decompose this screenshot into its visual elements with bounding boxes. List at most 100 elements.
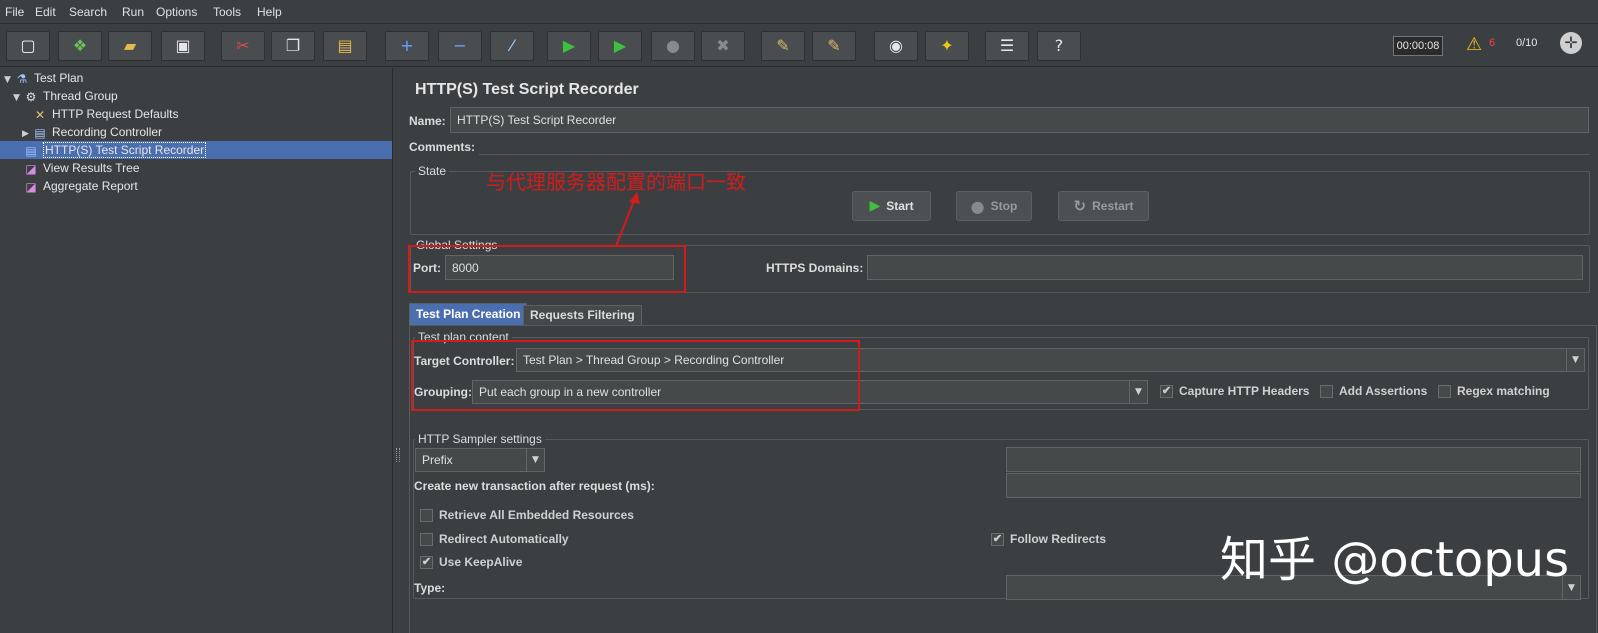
redirect-auto-checkbox[interactable]: Redirect Automatically bbox=[420, 532, 569, 546]
collapse-button[interactable]: − bbox=[438, 31, 482, 61]
menu-options[interactable]: Options bbox=[156, 4, 197, 20]
checked-icon: ✔ bbox=[420, 555, 433, 569]
stop-label: Stop bbox=[990, 199, 1018, 213]
tree-item[interactable]: ▼ ⚗ Test Plan bbox=[0, 69, 392, 87]
tree-item-label: Aggregate Report bbox=[43, 179, 138, 193]
warning-count: 6 bbox=[1489, 37, 1496, 49]
new-button[interactable]: ▢ bbox=[6, 31, 50, 61]
add-assertions-checkbox[interactable]: Add Assertions bbox=[1320, 384, 1427, 398]
tree-item-label: HTTP(S) Test Script Recorder bbox=[43, 142, 207, 158]
save-button[interactable]: ▣ bbox=[161, 31, 205, 61]
unchecked-icon bbox=[1320, 384, 1333, 398]
start-icon: ▶ bbox=[869, 198, 881, 214]
menu-tools[interactable]: Tools bbox=[213, 4, 241, 20]
comments-input[interactable] bbox=[479, 139, 1589, 155]
chevron-down-icon[interactable]: ▼ bbox=[526, 449, 544, 471]
prefix-select[interactable]: Prefix ▼ bbox=[415, 448, 545, 472]
templates-button[interactable]: ❖ bbox=[58, 31, 102, 61]
keepalive-checkbox[interactable]: ✔ Use KeepAlive bbox=[420, 555, 522, 569]
unchecked-icon bbox=[1438, 384, 1451, 398]
chart-icon: ◪ bbox=[25, 179, 37, 194]
expand-button[interactable]: + bbox=[385, 31, 429, 61]
prefix-input[interactable] bbox=[1006, 447, 1581, 472]
unchecked-icon bbox=[420, 532, 433, 546]
templates-icon: ❖ bbox=[72, 36, 88, 55]
tree-item-label: Thread Group bbox=[43, 89, 118, 103]
comments-label: Comments: bbox=[409, 140, 476, 154]
function-helper-icon: ☰ bbox=[999, 36, 1015, 55]
tree-item[interactable]: ◪ View Results Tree bbox=[0, 159, 392, 177]
toggle-icon: ⁄ bbox=[510, 36, 514, 55]
start-label: Start bbox=[886, 199, 914, 213]
follow-redirects-checkbox[interactable]: ✔ Follow Redirects bbox=[991, 532, 1106, 546]
toolbar: ▢ ❖ ▰ ▣ ✂ ❐ ▤ + − ⁄ ▶ ▶ ● ✖ ✎ ✎ ◉ ✦ ☰? 00:00:08 ⚠ 6 0/10 ✛ bbox=[0, 25, 1598, 67]
tree-item[interactable]: ◪ Aggregate Report bbox=[0, 177, 392, 195]
retrieve-embedded-checkbox[interactable]: Retrieve All Embedded Resources bbox=[420, 508, 634, 522]
tree-item[interactable]: ▤ HTTP(S) Test Script Recorder bbox=[0, 141, 392, 159]
collapse-icon: − bbox=[453, 36, 467, 55]
name-label: Name: bbox=[409, 114, 446, 128]
port-highlight-box bbox=[408, 245, 686, 293]
thread-count: 0/10 bbox=[1516, 37, 1538, 49]
clear-button[interactable]: ✎ bbox=[761, 31, 805, 61]
stop-button[interactable]: ● bbox=[651, 31, 695, 61]
reset-search-button[interactable]: ✦ bbox=[925, 31, 969, 61]
target-highlight-box bbox=[411, 340, 860, 411]
tree-item[interactable]: ▶ ▤ Recording Controller bbox=[0, 123, 392, 141]
keepalive-label: Use KeepAlive bbox=[439, 555, 523, 569]
cut-icon: ✂ bbox=[236, 36, 250, 55]
shutdown-button[interactable]: ✖ bbox=[701, 31, 745, 61]
remote-status-icon: ✛ bbox=[1560, 32, 1582, 54]
splitter-handle[interactable] bbox=[394, 68, 402, 633]
regex-matching-checkbox[interactable]: Regex matching bbox=[1438, 384, 1550, 398]
tree-item[interactable]: ▼ ⚙ Thread Group bbox=[0, 87, 392, 105]
tree-item[interactable]: ✕ HTTP Request Defaults bbox=[0, 105, 392, 123]
menu-search[interactable]: Search bbox=[69, 4, 107, 20]
paste-icon: ▤ bbox=[337, 36, 353, 55]
name-input[interactable]: HTTP(S) Test Script Recorder bbox=[450, 107, 1589, 133]
tab-requests-filtering[interactable]: Requests Filtering bbox=[523, 305, 642, 325]
menu-file[interactable]: File bbox=[5, 4, 24, 20]
capture-headers-checkbox[interactable]: ✔ Capture HTTP Headers bbox=[1160, 384, 1309, 398]
copy-icon: ❐ bbox=[285, 36, 301, 55]
chevron-down-icon[interactable]: ▼ bbox=[1129, 381, 1147, 403]
https-domains-input[interactable] bbox=[867, 255, 1583, 280]
cut-button[interactable]: ✂ bbox=[221, 31, 265, 61]
copy-button[interactable]: ❐ bbox=[271, 31, 315, 61]
start-icon: ▶ bbox=[562, 36, 576, 55]
follow-redirects-label: Follow Redirects bbox=[1010, 532, 1107, 546]
capture-headers-label: Capture HTTP Headers bbox=[1179, 384, 1310, 398]
menu-edit[interactable]: Edit bbox=[35, 4, 56, 20]
prefix-value: Prefix bbox=[422, 453, 453, 467]
start-no-pauses-button[interactable]: ▶ bbox=[598, 31, 642, 61]
start-button[interactable]: ▶ bbox=[547, 31, 591, 61]
search-button[interactable]: ◉ bbox=[874, 31, 918, 61]
recorder-icon: ▤ bbox=[25, 143, 37, 158]
function-helper-button[interactable]: ☰ bbox=[985, 31, 1029, 61]
menu-help[interactable]: Help bbox=[257, 4, 282, 20]
tab-test-plan-creation[interactable]: Test Plan Creation bbox=[409, 303, 528, 325]
watermark: 知乎 @octopus bbox=[1220, 532, 1570, 588]
toggle-button[interactable]: ⁄ bbox=[490, 31, 534, 61]
chevron-down-icon[interactable]: ▼ bbox=[1566, 349, 1584, 371]
paste-button[interactable]: ▤ bbox=[323, 31, 367, 61]
warning-icon[interactable]: ⚠ bbox=[1466, 34, 1482, 55]
restart-icon: ↻ bbox=[1073, 197, 1087, 215]
clear-all-button[interactable]: ✎ bbox=[812, 31, 856, 61]
regex-matching-label: Regex matching bbox=[1457, 384, 1550, 398]
help-button[interactable]: ? bbox=[1037, 31, 1081, 61]
menu-run[interactable]: Run bbox=[122, 4, 144, 20]
open-button[interactable]: ▰ bbox=[108, 31, 152, 61]
start-button[interactable]: ▶ Start bbox=[852, 191, 931, 221]
transaction-input[interactable] bbox=[1006, 473, 1581, 498]
open-icon: ▰ bbox=[123, 36, 137, 55]
gear-icon: ⚙ bbox=[25, 89, 37, 104]
restart-label: Restart bbox=[1092, 199, 1134, 213]
restart-button[interactable]: ↻ Restart bbox=[1058, 191, 1149, 221]
menu-bar: File Edit Search Run Options Tools Help bbox=[0, 0, 1598, 24]
help-icon: ? bbox=[1054, 36, 1064, 55]
shutdown-icon: ✖ bbox=[716, 36, 730, 55]
chart-icon: ◪ bbox=[25, 161, 37, 176]
clear-icon: ✎ bbox=[776, 36, 790, 55]
stop-button[interactable]: ● Stop bbox=[956, 191, 1032, 221]
